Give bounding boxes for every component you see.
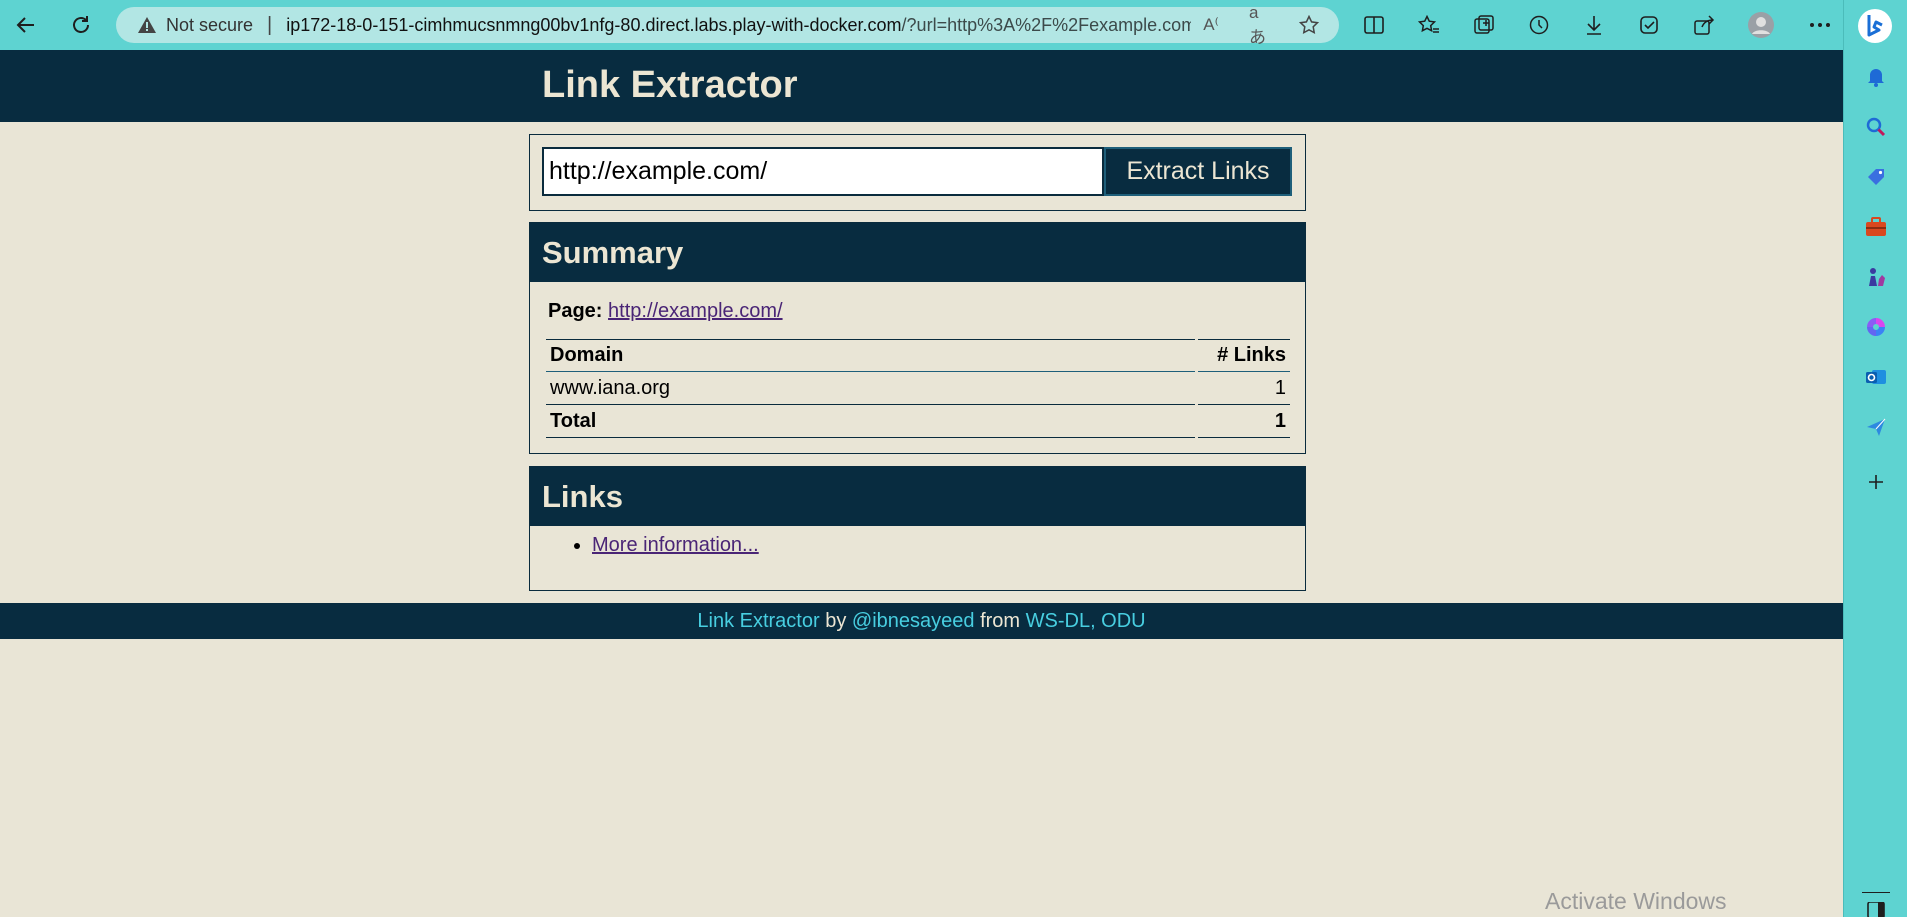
footer-org-link[interactable]: WS-DL, ODU [1026,610,1146,632]
footer-app-link[interactable]: Link Extractor [697,610,819,632]
footer-from-text: from [980,610,1021,632]
column-header-links: # Links [1198,339,1290,372]
sidebar-divider [1862,892,1890,893]
domain-table: Domain # Links www.iana.org 1 Total 1 [543,339,1293,438]
page-header: Link Extractor [0,50,1843,122]
profile-avatar-icon[interactable] [1746,10,1776,40]
page-label: Page: [548,300,603,322]
links-heading: Links [530,467,1305,526]
tools-briefcase-icon[interactable] [1862,213,1890,241]
outlook-icon[interactable] [1862,363,1890,391]
footer-author-link[interactable]: @ibnesayeed [852,610,975,632]
send-paper-plane-icon[interactable] [1862,413,1890,441]
shopping-tag-icon[interactable] [1862,163,1890,191]
total-count: 1 [1198,405,1290,438]
total-row: Total 1 [546,405,1290,438]
notifications-bell-icon[interactable] [1862,63,1890,91]
extracted-link[interactable]: More information... [592,534,759,556]
search-icon[interactable] [1862,113,1890,141]
warning-icon[interactable] [136,14,158,36]
split-screen-icon[interactable] [1359,10,1389,40]
activate-windows-watermark: Activate Windows [1545,888,1727,914]
games-chess-icon[interactable] [1862,263,1890,291]
refresh-icon[interactable] [65,9,97,41]
browser-sidebar [1843,0,1907,917]
add-icon[interactable] [1862,468,1890,496]
summary-panel: Summary Page: http://example.com/ Domain… [529,222,1306,454]
favorites-icon[interactable] [1414,10,1444,40]
extract-links-button[interactable]: Extract Links [1104,147,1292,196]
list-item: More information... [592,534,1305,557]
domain-cell: www.iana.org [546,372,1195,405]
sidebar-toggle-icon[interactable] [1862,902,1890,917]
footer-by-text: by [825,610,847,632]
url-host: ip172-18-0-151-cimhmucsnmng00bv1nfg-80.d… [286,14,902,35]
collections-icon[interactable] [1469,10,1499,40]
address-bar[interactable]: Not secure | ip172-18-0-151-cimhmucsnmng… [116,3,1339,47]
translate-icon[interactable]: aあ [1249,3,1271,47]
favorite-star-icon[interactable] [1298,14,1320,36]
browser-toolbar: Not secure | ip172-18-0-151-cimhmucsnmng… [0,0,1907,50]
page-footer: Link Extractor by @ibnesayeed from WS-DL… [0,603,1843,639]
share-icon[interactable] [1689,10,1719,40]
links-panel: Links More information... [529,466,1306,591]
column-header-domain: Domain [546,339,1195,372]
security-label[interactable]: Not secure [166,15,253,36]
extensions-icon[interactable] [1634,10,1664,40]
microsoft-365-icon[interactable] [1862,313,1890,341]
url-input[interactable] [542,147,1104,196]
url-separator: | [267,13,273,36]
history-icon[interactable] [1524,10,1554,40]
url-query: /?url=http%3A%2F%2Fexample.com... [901,14,1192,35]
more-menu-icon[interactable] [1805,10,1835,40]
table-row: www.iana.org 1 [546,372,1290,405]
url-text[interactable]: ip172-18-0-151-cimhmucsnmng00bv1nfg-80.d… [286,15,1191,36]
link-count-cell: 1 [1198,372,1290,405]
back-icon[interactable] [10,9,42,41]
bing-copilot-icon[interactable] [1857,8,1893,44]
total-label: Total [546,405,1195,438]
downloads-icon[interactable] [1579,10,1609,40]
table-header-row: Domain # Links [546,339,1290,372]
summary-heading: Summary [530,223,1305,282]
read-aloud-icon[interactable]: A⁽ [1200,14,1222,36]
links-list: More information... [592,534,1305,557]
app-title: Link Extractor [542,64,798,106]
page-line: Page: http://example.com/ [548,300,1305,323]
url-form: Extract Links [529,134,1306,211]
page-url-link[interactable]: http://example.com/ [608,300,783,322]
